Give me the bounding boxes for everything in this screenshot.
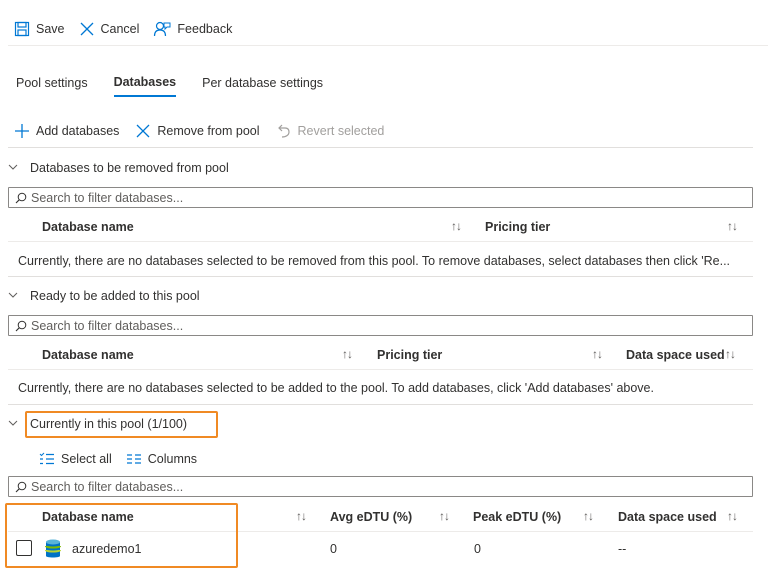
feedback-button[interactable]: Feedback [153,21,232,37]
sort-icon[interactable]: ↑↓ [342,347,353,361]
search-icon [15,481,27,493]
current-command-bar: Select all Columns [39,450,197,468]
close-icon [135,123,151,139]
peak-edtu-cell: 0 [474,542,481,556]
search-icon [15,320,27,332]
chevron-down-icon [8,162,18,175]
removed-search-input[interactable] [31,190,731,205]
plus-icon [14,123,30,139]
added-search-input[interactable] [31,318,731,333]
save-icon [14,21,30,37]
highlight-box-database-row [5,503,238,568]
select-all-button[interactable]: Select all [39,452,112,466]
removed-empty-message: Currently, there are no databases select… [18,254,731,268]
tab-pool-settings[interactable]: Pool settings [16,76,88,96]
added-table-header: Database name ↑↓ Pricing tier ↑↓ Data sp… [8,340,753,370]
column-database-name[interactable]: Database name [42,220,134,234]
added-empty-message: Currently, there are no databases select… [18,381,654,395]
tab-databases[interactable]: Databases [113,75,177,97]
column-peak-edtu[interactable]: Peak eDTU (%) [473,510,561,524]
sort-icon[interactable]: ↑↓ [727,509,738,523]
removed-table-header: Database name ↑↓ Pricing tier ↑↓ [8,212,753,242]
remove-from-pool-button[interactable]: Remove from pool [135,123,260,139]
select-all-label: Select all [61,452,112,466]
sort-icon[interactable]: ↑↓ [727,219,738,233]
revert-selected-button[interactable]: Revert selected [276,123,385,139]
added-section-header[interactable]: Ready to be added to this pool [8,285,200,307]
column-database-name[interactable]: Database name [42,348,134,362]
column-avg-edtu[interactable]: Avg eDTU (%) [330,510,412,524]
added-section-title: Ready to be added to this pool [30,289,200,303]
feedback-icon [153,21,171,37]
remove-from-pool-label: Remove from pool [157,124,260,138]
revert-selected-label: Revert selected [297,124,385,138]
columns-icon [126,452,142,466]
columns-button[interactable]: Columns [126,452,197,466]
removed-section-header[interactable]: Databases to be removed from pool [8,157,229,179]
command-divider [8,147,753,148]
save-label: Save [36,22,65,36]
sort-icon[interactable]: ↑↓ [725,347,736,361]
add-databases-button[interactable]: Add databases [14,123,119,139]
cancel-button[interactable]: Cancel [79,21,140,37]
select-all-icon [39,452,55,466]
column-pricing-tier[interactable]: Pricing tier [485,220,550,234]
search-icon [15,192,27,204]
sort-icon[interactable]: ↑↓ [296,509,307,523]
sort-icon[interactable]: ↑↓ [439,509,450,523]
current-search-input[interactable] [31,479,731,494]
removed-search-box[interactable] [8,187,753,208]
tab-list: Pool settings Databases Per database set… [16,72,349,100]
save-button[interactable]: Save [14,21,65,37]
section-divider [8,276,753,277]
chevron-down-icon [8,290,18,303]
removed-section-title: Databases to be removed from pool [30,161,229,175]
sort-icon[interactable]: ↑↓ [583,509,594,523]
column-data-space-used[interactable]: Data space used [626,348,725,362]
toolbar-divider [8,45,768,46]
column-pricing-tier[interactable]: Pricing tier [377,348,442,362]
data-space-cell: -- [618,542,627,556]
cancel-label: Cancel [100,22,140,36]
highlight-box-section-title [25,411,218,438]
feedback-label: Feedback [177,22,233,36]
columns-label: Columns [147,452,198,466]
undo-icon [276,123,292,139]
chevron-down-icon [8,418,18,431]
column-data-space-used[interactable]: Data space used [618,510,717,524]
avg-edtu-cell: 0 [330,542,337,556]
add-databases-label: Add databases [36,124,120,138]
section-divider [8,404,753,405]
close-icon [79,21,95,37]
current-search-box[interactable] [8,476,753,497]
added-search-box[interactable] [8,315,753,336]
sort-icon[interactable]: ↑↓ [592,347,603,361]
command-bar: Add databases Remove from pool Revert se… [14,120,400,142]
sort-icon[interactable]: ↑↓ [451,219,462,233]
tab-per-database-settings[interactable]: Per database settings [202,76,323,96]
top-toolbar: Save Cancel Feedback [0,16,768,42]
